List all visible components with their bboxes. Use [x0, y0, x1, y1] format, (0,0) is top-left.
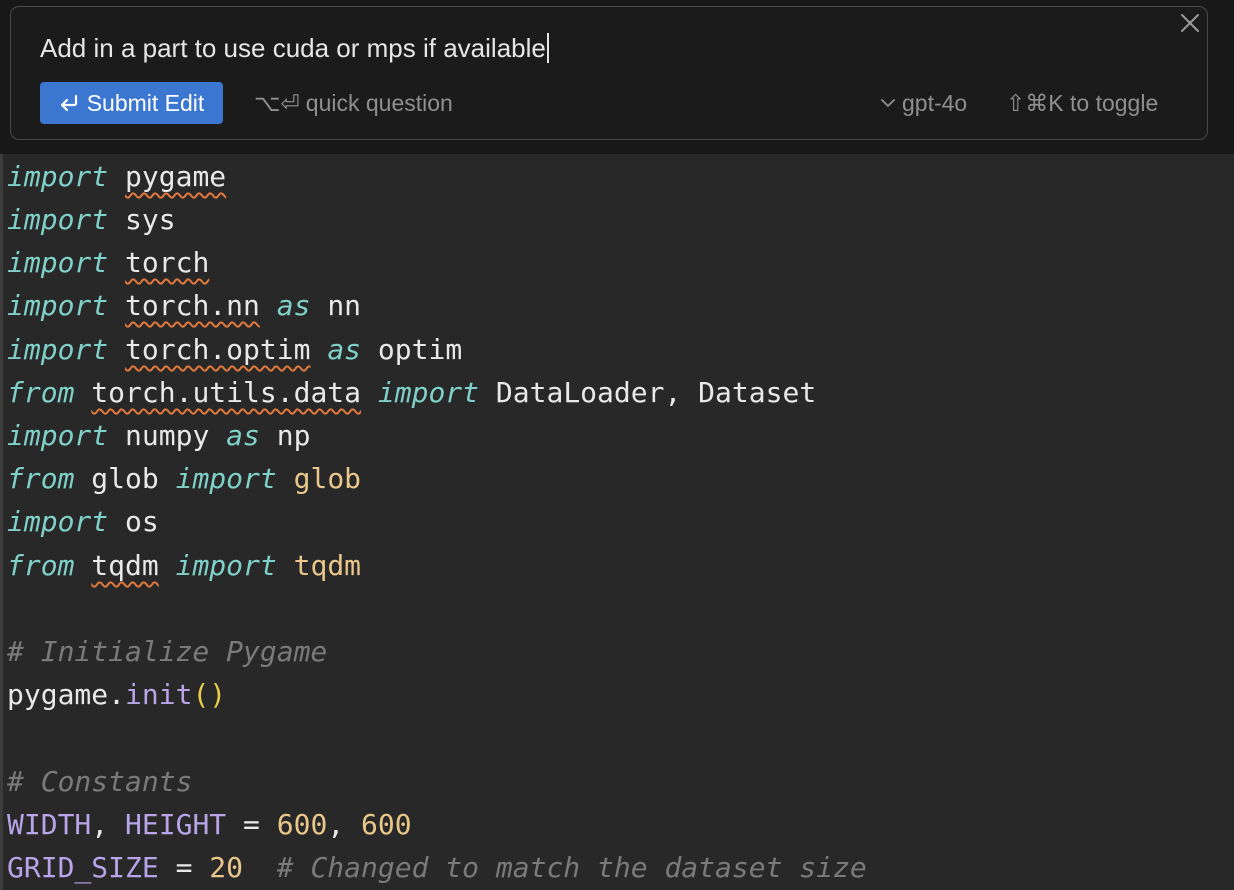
- quick-question-hint[interactable]: ⌥⏎ quick question: [254, 82, 453, 124]
- code-line: GRID_SIZE = 20 # Changed to match the da…: [7, 851, 867, 884]
- code-editor[interactable]: import pygame import sys import torch im…: [0, 154, 1234, 890]
- toggle-shortcut-hint: ⇧⌘K to toggle: [1006, 82, 1158, 124]
- code-line: from tqdm import tqdm: [7, 549, 362, 582]
- code-line: import pygame: [7, 160, 227, 193]
- toggle-shortcut-label: ⇧⌘K to toggle: [1006, 89, 1159, 116]
- inline-edit-panel: Add in a part to use cuda or mps if avai…: [0, 0, 1234, 154]
- code-line: from glob import glob: [7, 462, 362, 495]
- code-line: import torch.nn as nn: [7, 289, 362, 322]
- code-line: import sys: [7, 203, 176, 236]
- code-line: import torch.optim as optim: [7, 333, 463, 366]
- model-selector[interactable]: gpt-4o: [880, 82, 967, 124]
- model-name: gpt-4o: [902, 89, 968, 116]
- code-line: # Initialize Pygame: [7, 635, 328, 668]
- prompt-input[interactable]: Add in a part to use cuda or mps if avai…: [40, 30, 549, 66]
- text-caret: [546, 33, 549, 63]
- quick-question-keys: ⌥⏎: [254, 89, 300, 116]
- quick-question-label: quick question: [305, 89, 453, 116]
- code-line: import os: [7, 505, 159, 538]
- prompt-input-text: Add in a part to use cuda or mps if avai…: [40, 33, 546, 63]
- submit-edit-label: Submit Edit: [86, 89, 205, 116]
- chevron-down-icon: [881, 99, 895, 107]
- code-line: import torch: [7, 246, 210, 279]
- code-line: pygame.init(): [7, 678, 227, 711]
- code-line: # Constants: [7, 765, 193, 798]
- submit-edit-button[interactable]: Submit Edit: [40, 82, 223, 124]
- code-line: import numpy as np: [7, 419, 311, 452]
- code-line: WIDTH, HEIGHT = 600, 600: [7, 808, 412, 841]
- code-line: from torch.utils.data import DataLoader,…: [7, 376, 817, 409]
- close-icon[interactable]: [1178, 11, 1202, 35]
- return-icon: [60, 94, 77, 112]
